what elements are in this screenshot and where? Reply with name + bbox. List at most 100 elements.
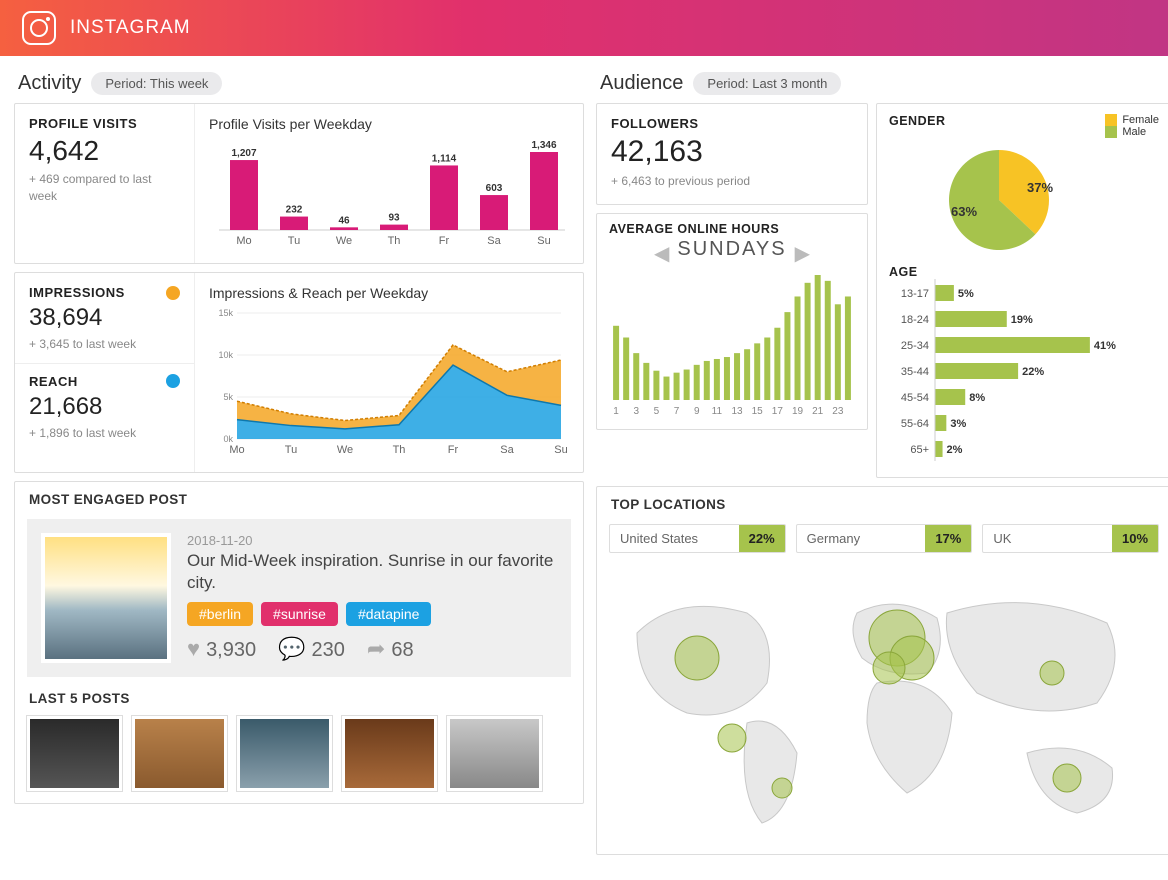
most-engaged-card: MOST ENGAGED POST 2018-11-20 Our Mid-Wee… [14,481,584,804]
impressions-value: 38,694 [29,304,180,332]
post-thumb[interactable] [237,716,332,791]
online-day: SUNDAYS [677,236,786,271]
post-tag[interactable]: #berlin [187,602,253,626]
svg-text:0k: 0k [223,434,233,444]
svg-text:11: 11 [712,406,723,416]
svg-text:37%: 37% [1027,180,1053,195]
svg-text:3%: 3% [950,418,966,430]
svg-text:65+: 65+ [910,444,929,456]
post-thumb[interactable] [27,716,122,791]
svg-text:Th: Th [393,444,406,456]
svg-text:21: 21 [812,406,824,416]
legend-male: Male [1122,126,1146,138]
svg-text:63%: 63% [951,204,977,219]
svg-text:19%: 19% [1011,314,1033,326]
svg-text:Th: Th [388,235,401,247]
svg-text:15: 15 [752,406,764,416]
activity-period-pill[interactable]: Period: This week [91,72,222,95]
most-engaged-title: MOST ENGAGED POST [15,482,583,513]
svg-text:19: 19 [792,406,804,416]
post-comments: 💬230 [278,636,345,662]
post-tag[interactable]: #datapine [346,602,432,626]
app-header: INSTAGRAM [0,0,1168,56]
reach-label: REACH [29,374,78,389]
svg-text:17: 17 [772,406,784,416]
svg-text:5%: 5% [958,288,974,300]
online-hours-title: AVERAGE ONLINE HOURS [609,222,855,236]
svg-text:Fr: Fr [439,235,450,247]
followers-sub: + 6,463 to previous period [611,173,853,190]
top-locations-title: TOP LOCATIONS [597,487,1168,518]
location-pill[interactable]: UK10% [982,524,1159,553]
legend-female: Female [1122,114,1159,126]
last5-title: LAST 5 POSTS [15,687,583,712]
impressions-reach-area-chart: 0k5k10k15kMoTuWeThFrSaSu [209,307,569,457]
svg-text:We: We [337,444,353,456]
post-shares: ➦68 [367,636,414,662]
post-tag[interactable]: #sunrise [261,602,338,626]
reach-color-dot [166,374,180,388]
svg-text:We: We [336,235,352,247]
svg-text:23: 23 [832,406,844,416]
svg-text:13: 13 [731,406,743,416]
impressions-sub: + 3,645 to last week [29,336,180,353]
share-icon: ➦ [367,636,385,661]
followers-card: FOLLOWERS 42,163 + 6,463 to previous per… [596,103,868,205]
impressions-color-dot [166,286,180,300]
prev-day-button[interactable]: ◀ [646,241,677,266]
impressions-reach-card: IMPRESSIONS 38,694 + 3,645 to last week … [14,272,584,473]
activity-title: Activity [18,72,81,95]
reach-value: 21,668 [29,393,180,421]
post-date: 2018-11-20 [187,533,557,548]
gender-title: GENDER [889,114,945,138]
online-hours-bar-chart: 1357911131517192123 [609,271,855,416]
svg-text:Mo: Mo [229,444,244,456]
imp-reach-chart-title: Impressions & Reach per Weekday [209,285,569,301]
location-pill[interactable]: Germany17% [796,524,973,553]
activity-header: Activity Period: This week [18,72,580,95]
profile-visits-label: PROFILE VISITS [29,116,180,131]
svg-text:41%: 41% [1094,340,1116,352]
svg-text:5: 5 [654,406,660,416]
svg-text:Su: Su [537,235,550,247]
svg-text:1,114: 1,114 [432,153,457,164]
visits-chart-title: Profile Visits per Weekday [209,116,569,132]
svg-text:1,346: 1,346 [531,140,556,151]
svg-text:25-34: 25-34 [901,340,929,352]
svg-text:1,207: 1,207 [231,148,256,159]
most-engaged-post[interactable]: 2018-11-20 Our Mid-Week inspiration. Sun… [27,519,571,677]
gender-pie-chart: 37% 63% [889,138,1149,258]
svg-text:55-64: 55-64 [901,418,929,430]
app-title: INSTAGRAM [70,17,191,39]
heart-icon: ♥ [187,636,200,661]
post-thumb[interactable] [447,716,542,791]
svg-text:5k: 5k [223,392,233,402]
audience-period-pill[interactable]: Period: Last 3 month [693,72,841,95]
age-title: AGE [889,265,1159,279]
post-thumbnail [41,533,171,663]
followers-label: FOLLOWERS [611,116,853,131]
post-likes: ♥3,930 [187,636,256,662]
demographics-card: GENDER Female Male 37% 63% AGE 13-17 5% 18-… [876,103,1168,478]
age-bar-chart: 13-175%18-2419%25-3441%35-4422%45-548%55… [889,279,1159,464]
svg-text:2%: 2% [947,444,963,456]
svg-text:13-17: 13-17 [901,288,929,300]
audience-header: Audience Period: Last 3 month [600,72,1168,95]
post-thumb[interactable] [132,716,227,791]
svg-text:8%: 8% [969,392,985,404]
impressions-label: IMPRESSIONS [29,285,125,300]
post-thumb[interactable] [342,716,437,791]
post-text: Our Mid-Week inspiration. Sunrise in our… [187,550,557,594]
profile-visits-value: 4,642 [29,135,180,167]
svg-text:9: 9 [694,406,700,416]
location-pill[interactable]: United States22% [609,524,786,553]
next-day-button[interactable]: ▶ [787,241,818,266]
svg-text:18-24: 18-24 [901,314,929,326]
visits-bar-chart: 1,207Mo232Tu46We93Th1,114Fr603Sa1,346Su [209,138,569,248]
svg-text:3: 3 [633,406,639,416]
profile-visits-card: PROFILE VISITS 4,642 + 469 compared to l… [14,103,584,264]
comment-icon: 💬 [278,636,305,661]
locations-map [597,563,1157,851]
profile-visits-sub: + 469 compared to last week [29,171,180,205]
svg-text:7: 7 [674,406,680,416]
